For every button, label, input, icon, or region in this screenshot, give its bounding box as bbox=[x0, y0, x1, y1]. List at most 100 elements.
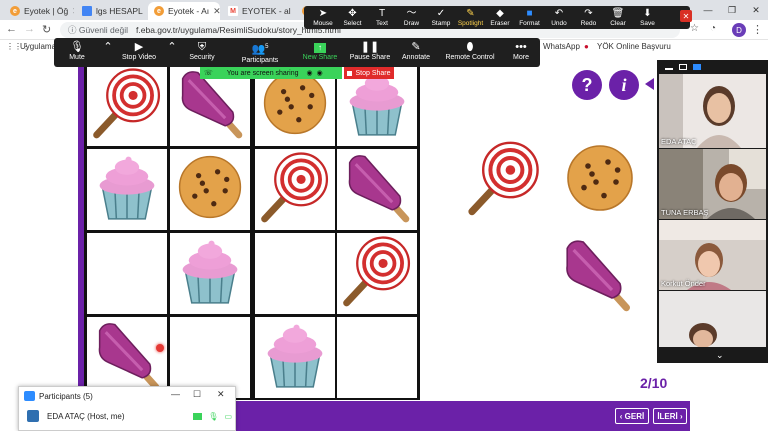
gmail-icon: M bbox=[228, 6, 238, 16]
back-icon[interactable]: ← bbox=[6, 23, 17, 35]
lollipop-icon bbox=[257, 149, 333, 230]
browser-tab[interactable]: M EYOTEK - al ✕ bbox=[222, 2, 294, 20]
video-tile[interactable]: Korkut Önder bbox=[659, 220, 766, 290]
help-icon: ? bbox=[581, 74, 593, 95]
stop-share-button[interactable]: Stop Share bbox=[344, 67, 394, 79]
tool-label: Undo bbox=[551, 20, 567, 27]
microphone-status-icon: 🎙 bbox=[208, 411, 219, 421]
stop-video-button[interactable]: ▶ Stop Video bbox=[116, 40, 162, 65]
annotate-button[interactable]: ✎ Annotate bbox=[398, 40, 434, 65]
help-button[interactable]: ? bbox=[572, 70, 602, 100]
minimize-video-icon[interactable] bbox=[665, 68, 673, 70]
panel-minimize-icon[interactable]: — bbox=[171, 389, 180, 399]
profile-initial: D bbox=[736, 25, 742, 35]
sudoku-cell[interactable] bbox=[255, 233, 335, 314]
tool-spotlight[interactable]: ✎ Spotlight bbox=[455, 8, 487, 28]
security-button[interactable]: ⛨ Security bbox=[182, 40, 222, 65]
video-options-button[interactable]: ⌃ bbox=[166, 40, 178, 65]
close-icon[interactable]: ✕ bbox=[72, 6, 74, 17]
star-icon[interactable]: ☆ bbox=[690, 23, 699, 34]
extension-icon[interactable]: ◔ bbox=[710, 23, 716, 34]
sudoku-cell[interactable] bbox=[337, 149, 417, 230]
sudoku-cell[interactable] bbox=[87, 149, 167, 230]
reload-icon[interactable]: ↻ bbox=[42, 23, 51, 36]
sudoku-cell[interactable] bbox=[337, 317, 417, 398]
minimize-icon[interactable]: — bbox=[696, 0, 720, 20]
profile-avatar[interactable]: D bbox=[732, 23, 746, 37]
close-icon[interactable]: ✕ bbox=[213, 6, 220, 17]
sudoku-cell[interactable] bbox=[87, 233, 167, 314]
bookmark-yok[interactable]: YÖK Online Başvuru bbox=[597, 42, 671, 51]
sudoku-cell[interactable] bbox=[337, 233, 417, 314]
tool-clear[interactable]: 🗑 Clear bbox=[602, 8, 634, 28]
tool-save[interactable]: ⬇ Save bbox=[632, 8, 664, 28]
bookmark-whatsapp[interactable]: WhatsApp bbox=[543, 42, 580, 51]
tool-text[interactable]: T Text bbox=[366, 8, 398, 28]
people-icon: 👥5 bbox=[251, 43, 269, 56]
tool-format[interactable]: ■ Format bbox=[514, 8, 546, 28]
sudoku-cell[interactable] bbox=[170, 233, 250, 314]
browser-tab-active[interactable]: e Eyotek - Aı ✕ bbox=[148, 2, 220, 20]
arrow-left-icon[interactable] bbox=[645, 78, 654, 90]
menu-dots-icon[interactable]: ⋮ bbox=[752, 23, 763, 36]
tool-label: Clear bbox=[610, 20, 626, 27]
annotation-close-icon[interactable]: ✕ bbox=[680, 10, 692, 22]
speaker-view-icon[interactable] bbox=[679, 64, 687, 70]
more-button[interactable]: ••• More bbox=[506, 40, 536, 65]
panel-maximize-icon[interactable]: ☐ bbox=[193, 389, 201, 400]
cookie-icon bbox=[172, 149, 248, 230]
chevron-down-icon[interactable]: ⌄ bbox=[716, 350, 724, 361]
format-icon: ■ bbox=[526, 8, 533, 19]
mute-button[interactable]: 🎙 Mute bbox=[60, 40, 94, 65]
participants-button[interactable]: 👥5 Participants bbox=[234, 40, 286, 65]
prev-button[interactable]: ‹ GERİ bbox=[615, 408, 649, 424]
tool-draw[interactable]: 〜 Draw bbox=[396, 8, 428, 28]
more-dots-icon: ••• bbox=[515, 41, 527, 53]
browser-tab[interactable]: e Eyotek | Öğ ✕ bbox=[4, 2, 74, 20]
next-button[interactable]: İLERİ › bbox=[653, 408, 687, 424]
tool-redo[interactable]: ↷ Redo bbox=[573, 8, 605, 28]
share-status-icon bbox=[193, 412, 203, 420]
popsicle-icon bbox=[339, 149, 415, 230]
video-tile[interactable]: TUNA ERBAŞ bbox=[659, 149, 766, 219]
annotate-label: Annotate bbox=[401, 54, 431, 61]
sudoku-cell[interactable] bbox=[255, 149, 335, 230]
tool-select[interactable]: ✥ Select bbox=[337, 8, 369, 28]
tool-label: Text bbox=[376, 20, 388, 27]
participant-row[interactable]: EDA ATAÇ (Host, me) 🎙 ▭ bbox=[27, 409, 232, 423]
tool-undo[interactable]: ↶ Undo bbox=[543, 8, 575, 28]
window-close-icon[interactable]: ✕ bbox=[744, 0, 768, 20]
pause-share-button[interactable]: ❚❚ Pause Share bbox=[348, 40, 392, 65]
participants-label: Participants bbox=[241, 56, 279, 64]
maximize-icon[interactable]: ❐ bbox=[720, 0, 744, 20]
tab-label: lgs HESAPL bbox=[96, 6, 143, 16]
not-secure-indicator[interactable]: ⓘ Güvenli değil bbox=[68, 24, 128, 36]
lollipop-icon[interactable] bbox=[464, 138, 544, 223]
video-tile[interactable]: EDA ATAÇ bbox=[659, 74, 766, 148]
tool-stamp[interactable]: ✓ Stamp bbox=[425, 8, 457, 28]
new-share-button[interactable]: ↑ New Share bbox=[298, 40, 342, 65]
forward-icon[interactable]: → bbox=[24, 23, 35, 35]
tool-mouse[interactable]: ➤ Mouse bbox=[307, 8, 339, 28]
info-button[interactable]: i bbox=[609, 70, 639, 100]
share-up-icon: ↑ bbox=[298, 40, 342, 54]
sudoku-cell[interactable] bbox=[87, 65, 167, 146]
tool-eraser[interactable]: ◆ Eraser bbox=[484, 8, 516, 28]
spotlight-icon: ✎ bbox=[466, 8, 475, 19]
gallery-view-icon[interactable] bbox=[693, 64, 701, 70]
remote-control-button[interactable]: ⬮ Remote Control bbox=[444, 40, 496, 65]
sudoku-cell[interactable] bbox=[170, 149, 250, 230]
sudoku-cell[interactable] bbox=[255, 317, 335, 398]
participants-count: 5 bbox=[265, 44, 269, 50]
panel-close-icon[interactable]: ✕ bbox=[217, 389, 225, 400]
video-tile[interactable] bbox=[659, 291, 766, 347]
mute-options-button[interactable]: ⌃ bbox=[102, 40, 114, 65]
camera-status-icon: ▭ bbox=[224, 411, 232, 421]
browser-tab[interactable]: lgs HESAPL ✕ bbox=[76, 2, 146, 20]
eyotek-icon: e bbox=[154, 6, 164, 16]
video-camera-icon: ▶ bbox=[134, 41, 144, 53]
popsicle-icon[interactable] bbox=[556, 234, 636, 319]
cookie-icon[interactable] bbox=[560, 138, 640, 223]
avatar bbox=[27, 410, 39, 422]
participants-title: Participants (5) bbox=[39, 392, 93, 401]
